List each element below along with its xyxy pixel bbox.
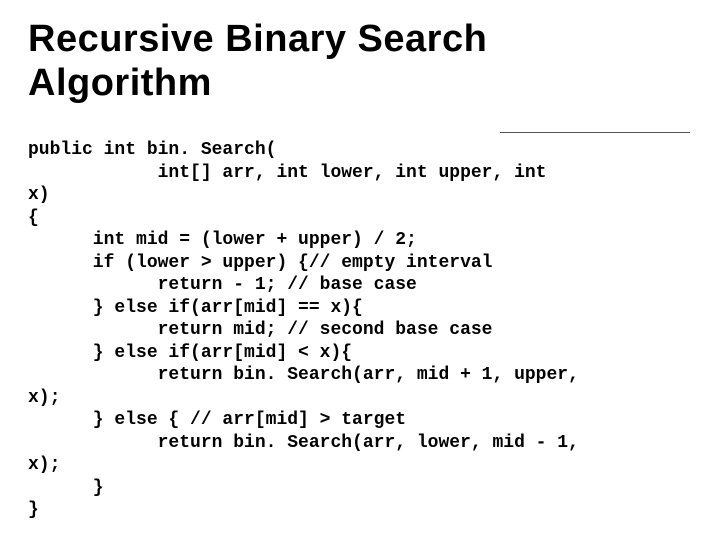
code-block: public int bin. Search( int[] arr, int l… bbox=[28, 139, 692, 522]
code-line: int mid = (lower + upper) / 2; bbox=[28, 230, 417, 250]
code-line: if (lower > upper) {// empty interval bbox=[28, 253, 492, 273]
code-line: x); bbox=[28, 455, 60, 475]
slide-title: Recursive Binary Search Algorithm bbox=[28, 18, 692, 105]
code-line: public int bin. Search( bbox=[28, 140, 276, 160]
code-line: } else if(arr[mid] < x){ bbox=[28, 343, 352, 363]
code-line: } else if(arr[mid] == x){ bbox=[28, 298, 363, 318]
code-line: int[] arr, int lower, int upper, int bbox=[28, 163, 546, 183]
code-line: } bbox=[28, 500, 39, 520]
title-rule bbox=[500, 132, 690, 133]
code-line: x); bbox=[28, 388, 60, 408]
code-line: return bin. Search(arr, mid + 1, upper, bbox=[28, 365, 579, 385]
code-line: return - 1; // base case bbox=[28, 275, 417, 295]
code-line: return bin. Search(arr, lower, mid - 1, bbox=[28, 433, 579, 453]
code-line: } else { // arr[mid] > target bbox=[28, 410, 406, 430]
code-line: { bbox=[28, 208, 39, 228]
title-line-2: Algorithm bbox=[28, 62, 212, 104]
title-line-1: Recursive Binary Search bbox=[28, 18, 487, 60]
code-line: return mid; // second base case bbox=[28, 320, 492, 340]
slide: Recursive Binary Search Algorithm public… bbox=[0, 0, 720, 540]
code-line: } bbox=[28, 478, 104, 498]
code-line: x) bbox=[28, 185, 50, 205]
